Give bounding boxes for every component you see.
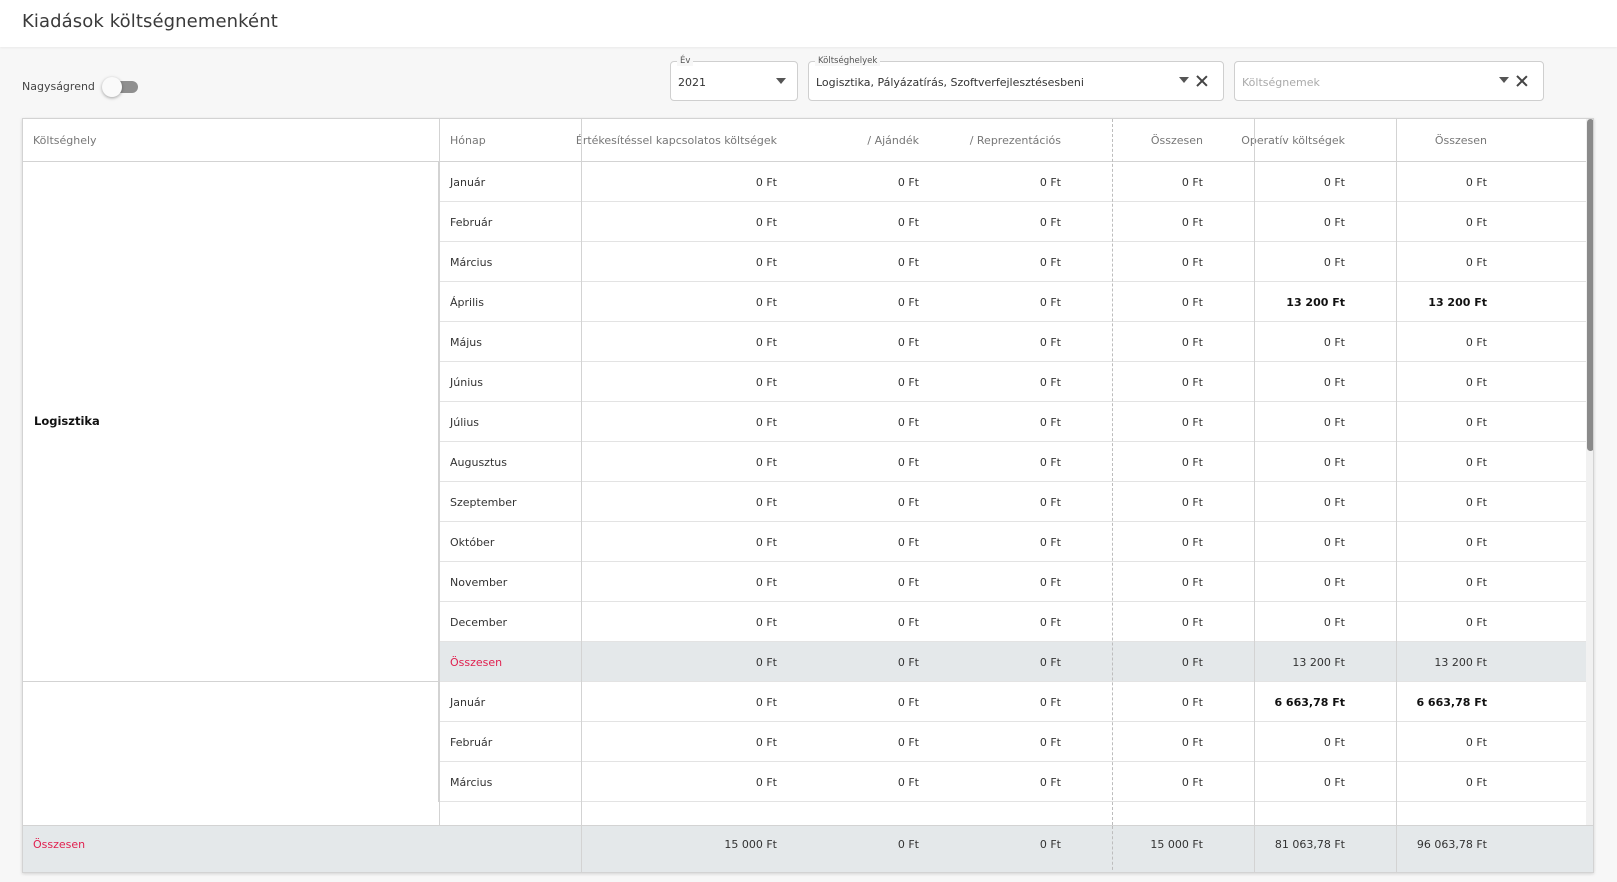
table-footer: Összesen 15 000 Ft 0 Ft 0 Ft 15 000 Ft 81 063… — [23, 825, 1593, 872]
amount-cell: 0 Ft — [1465, 536, 1487, 549]
month-cell: Március — [450, 776, 493, 789]
month-cell: Június — [450, 376, 483, 389]
column-header-koltseghely[interactable]: Költséghely — [33, 119, 97, 162]
table-row[interactable]: Május 0 Ft 0 Ft 0 Ft 0 Ft 0 Ft 0 Ft — [439, 322, 1593, 362]
amount-cell: 0 Ft — [1465, 496, 1487, 509]
footer-divider — [1254, 826, 1255, 872]
table-row[interactable]: Augusztus 0 Ft 0 Ft 0 Ft 0 Ft 0 Ft 0 Ft — [439, 442, 1593, 482]
footer-divider — [1112, 826, 1113, 872]
amount-cell: 0 Ft — [1465, 576, 1487, 589]
amount-cell: 0 Ft — [1465, 456, 1487, 469]
magnitude-toggle-label: Nagyságrend — [22, 80, 95, 93]
cost-types-select[interactable]: Költségnemek — [1234, 61, 1544, 101]
close-icon[interactable] — [1196, 75, 1208, 87]
amount-cell: 0 Ft — [1465, 256, 1487, 269]
month-cell: November — [450, 576, 508, 589]
table-header: Költséghely Hónap Értékesítéssel kapcsolat… — [23, 119, 1593, 162]
column-header-operativ[interactable]: Operatív költségek — [1241, 119, 1345, 162]
table-row[interactable]: Június 0 Ft 0 Ft 0 Ft 0 Ft 0 Ft 0 Ft — [439, 362, 1593, 402]
amount-cell: 13 200 Ft — [1434, 656, 1487, 669]
table-row[interactable]: Március 0 Ft 0 Ft 0 Ft 0 Ft 0 Ft 0 Ft — [439, 242, 1593, 282]
close-icon[interactable] — [1516, 75, 1528, 87]
cost-centers-select-label: Költséghelyek — [815, 56, 881, 66]
cost-types-select-placeholder: Költségnemek — [1242, 76, 1320, 89]
month-cell: Július — [450, 416, 480, 429]
column-divider — [439, 119, 440, 825]
table-row[interactable]: Szeptember 0 Ft 0 Ft 0 Ft 0 Ft 0 Ft 0 Ft — [439, 482, 1593, 522]
top-bar: Kiadások költségnemenként — [0, 0, 1617, 47]
table-row[interactable]: Április 0 Ft 0 Ft 0 Ft 0 Ft 13 200 Ft 13 200 F… — [439, 282, 1593, 322]
table-body: Január 0 Ft 0 Ft 0 Ft 0 Ft 0 Ft 0 Ft Február 0 F… — [23, 162, 1593, 825]
year-select-label: Év — [677, 56, 694, 66]
month-cell: Összesen — [450, 656, 503, 669]
table-row[interactable]: Február 0 Ft 0 Ft 0 Ft 0 Ft 0 Ft 0 Ft — [439, 722, 1593, 762]
group-total-row[interactable]: Összesen 0 Ft 0 Ft 0 Ft 0 Ft 13 200 Ft 13 200 … — [439, 642, 1593, 682]
table-row[interactable]: December 0 Ft 0 Ft 0 Ft 0 Ft 0 Ft 0 Ft — [439, 602, 1593, 642]
amount-cell: 13 200 Ft — [1428, 296, 1487, 309]
month-cell: Október — [450, 536, 495, 549]
cost-center-cell — [23, 682, 439, 802]
month-cell: Február — [450, 216, 493, 229]
column-header-ajandek[interactable]: / Ajándék — [867, 119, 919, 162]
table-row[interactable]: Október 0 Ft 0 Ft 0 Ft 0 Ft 0 Ft 0 Ft — [439, 522, 1593, 562]
amount-cell: 6 663,78 Ft — [1416, 696, 1487, 709]
cost-centers-select[interactable]: Költséghelyek Logisztika, Pályázatírás, … — [808, 56, 1224, 101]
grand-total-label: Összesen — [33, 838, 86, 851]
month-cell: Február — [450, 736, 493, 749]
caret-down-icon[interactable] — [1179, 77, 1189, 83]
month-cell: Április — [450, 296, 484, 309]
footer-divider — [1396, 826, 1397, 872]
column-header-reprezentacios[interactable]: / Reprezentációs — [970, 119, 1061, 162]
column-divider — [1396, 119, 1397, 825]
amount-cell: 0 Ft — [1465, 776, 1487, 789]
cost-centers-select-value: Logisztika, Pályázatírás, Szoftverfejles… — [816, 76, 1084, 89]
year-select[interactable]: Év 2021 — [670, 56, 798, 101]
grand-total-cell: 96 063,78 Ft — [1416, 838, 1487, 851]
month-cell: Január — [450, 176, 486, 189]
table-row[interactable]: Január 0 Ft 0 Ft 0 Ft 0 Ft 0 Ft 0 Ft — [439, 162, 1593, 202]
month-cell: Május — [450, 336, 482, 349]
column-header-osszesen-2[interactable]: Összesen — [1435, 119, 1487, 162]
amount-cell: 0 Ft — [1465, 376, 1487, 389]
table-row[interactable]: Február 0 Ft 0 Ft 0 Ft 0 Ft 0 Ft 0 Ft — [439, 202, 1593, 242]
column-header-ertekesites[interactable]: Értékesítéssel kapcsolatos költségek — [576, 119, 777, 162]
cost-center-name: Logisztika — [34, 414, 100, 428]
caret-down-icon[interactable] — [776, 78, 786, 84]
amount-cell: 0 Ft — [1465, 176, 1487, 189]
month-cell: Szeptember — [450, 496, 517, 509]
column-divider — [1254, 119, 1255, 825]
caret-down-icon[interactable] — [1499, 77, 1509, 83]
table-row[interactable]: Március 0 Ft 0 Ft 0 Ft 0 Ft 0 Ft 0 Ft — [439, 762, 1593, 802]
expenses-table: Költséghely Hónap Értékesítéssel kapcsolat… — [22, 118, 1594, 873]
column-divider — [1112, 119, 1113, 825]
page-title: Kiadások költségnemenként — [22, 11, 278, 32]
column-header-osszesen-1[interactable]: Összesen — [1151, 119, 1203, 162]
amount-cell: 0 Ft — [1465, 736, 1487, 749]
month-cell: Március — [450, 256, 493, 269]
column-divider — [581, 119, 582, 825]
amount-cell: 0 Ft — [1465, 616, 1487, 629]
month-cell: Augusztus — [450, 456, 507, 469]
toggle-knob — [102, 77, 122, 97]
table-row[interactable]: Január 0 Ft 0 Ft 0 Ft 0 Ft 6 663,78 Ft 6 663,7… — [439, 682, 1593, 722]
magnitude-toggle[interactable] — [102, 77, 138, 97]
scrollbar-thumb[interactable] — [1587, 119, 1593, 451]
amount-cell: 0 Ft — [1465, 416, 1487, 429]
table-row[interactable]: November 0 Ft 0 Ft 0 Ft 0 Ft 0 Ft 0 Ft — [439, 562, 1593, 602]
amount-cell: 0 Ft — [1465, 336, 1487, 349]
month-cell: December — [450, 616, 508, 629]
vertical-scrollbar[interactable] — [1586, 119, 1593, 825]
cost-center-cell: Logisztika — [23, 162, 439, 682]
footer-divider — [581, 826, 582, 872]
amount-cell: 0 Ft — [1465, 216, 1487, 229]
table-row[interactable]: Július 0 Ft 0 Ft 0 Ft 0 Ft 0 Ft 0 Ft — [439, 402, 1593, 442]
year-select-value: 2021 — [678, 76, 706, 89]
month-cell: Január — [450, 696, 486, 709]
column-header-honap[interactable]: Hónap — [450, 119, 486, 162]
